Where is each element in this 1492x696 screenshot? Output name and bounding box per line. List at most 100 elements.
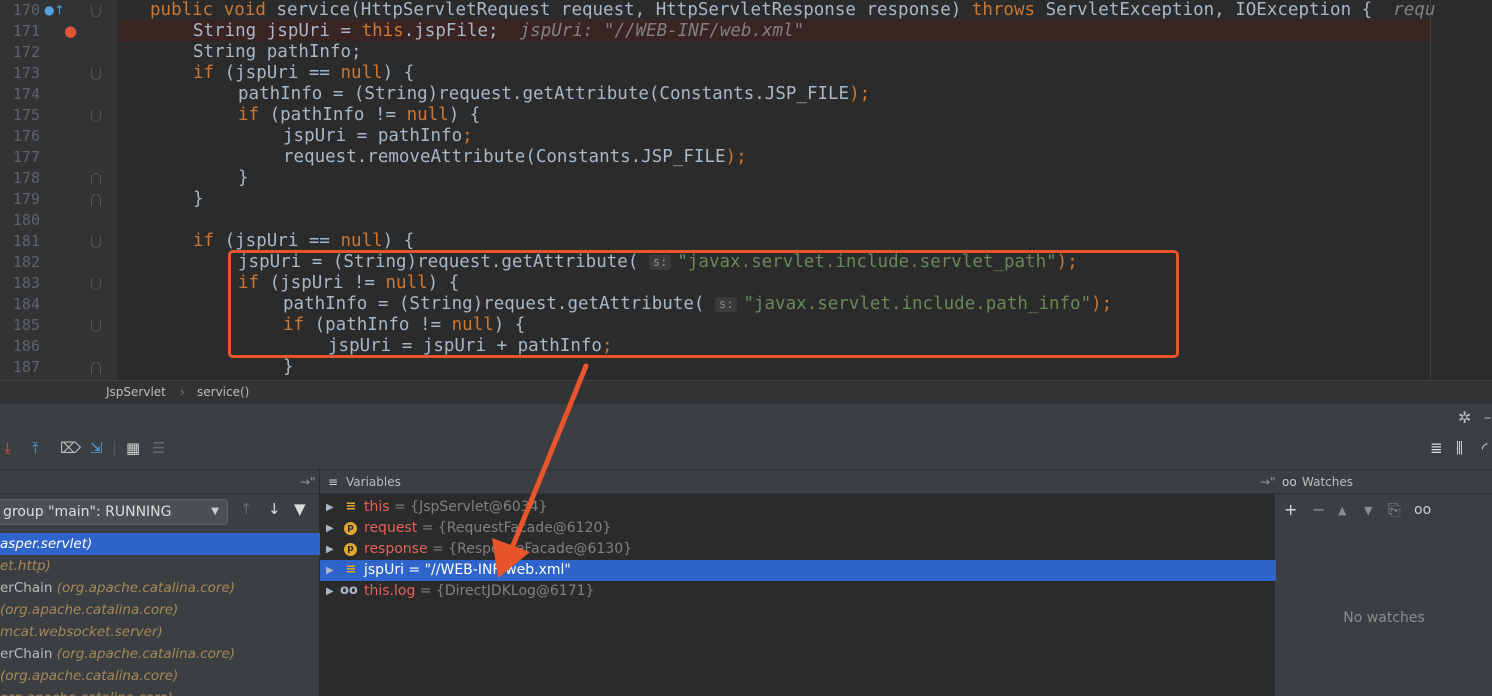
line-number: 180 — [12, 211, 40, 229]
code-token: public void — [150, 0, 277, 20]
variable-row[interactable]: ▶ ≡ this = {JspServlet@6034} — [320, 497, 1276, 518]
code-token: pathInfo = (String)request.getAttribute(… — [238, 84, 765, 104]
frame-location: (org.apache.catalina.core) — [0, 668, 179, 684]
code-line: String pathInfo; — [193, 42, 362, 63]
variable-row[interactable]: ▶ ≡ jspUri = "//WEB-INF/web.xml" — [320, 560, 1276, 581]
breakpoint-icon[interactable]: ● — [64, 21, 77, 42]
frame-location: et.http) — [0, 558, 51, 574]
stack-frame[interactable]: et.http) — [0, 555, 320, 577]
line-number: 178 — [12, 169, 40, 187]
code-token: ) { — [382, 63, 415, 83]
editor-gutter[interactable]: 170 ●↑ 171 ● 172 173 174 175 176 177 178 179 180 181 1… — [0, 0, 118, 380]
remove-watch-icon[interactable]: − — [1312, 500, 1325, 519]
minimize-icon[interactable]: – — [1484, 408, 1491, 428]
code-line: jspUri = pathInfo; — [283, 126, 473, 147]
frame-method: erChain — [0, 580, 57, 596]
copy-icon[interactable]: ⎘ — [1388, 500, 1401, 520]
stack-frame[interactable]: (org.apache.catalina.core) — [0, 665, 320, 687]
stack-frame[interactable]: erChain (org.apache.catalina.core) — [0, 577, 320, 599]
frame-location: org.apache.catalina.core) — [0, 690, 173, 696]
arrow-up-icon[interactable]: ↑ — [240, 500, 253, 518]
watch-glasses-icon: oo — [340, 583, 358, 598]
fold-marker-icon[interactable] — [91, 278, 101, 290]
glasses-icon[interactable]: oo — [1414, 502, 1431, 518]
variable-name: this.log = {DirectJDKLog@6171} — [364, 581, 594, 602]
step-out-icon[interactable]: ⤒ — [32, 438, 39, 458]
line-number: 179 — [12, 190, 40, 208]
code-token: (pathInfo != — [269, 105, 407, 125]
pin-icon[interactable]: →" — [300, 470, 316, 494]
restore-icon[interactable]: ◜ — [1482, 438, 1488, 458]
expand-arrow-icon[interactable]: ▶ — [326, 518, 334, 539]
thread-selector[interactable]: group "main": RUNNING ▼ — [0, 499, 228, 525]
expand-arrow-icon[interactable]: ▶ — [326, 560, 334, 581]
code-line: public void service(HttpServletRequest r… — [150, 0, 1435, 21]
fold-marker-icon[interactable] — [91, 236, 101, 248]
line-number: 172 — [12, 43, 40, 61]
expand-arrow-icon[interactable]: ▶ — [326, 497, 334, 518]
debugger-header: ✲ – — [0, 404, 1492, 430]
drop-frame-icon[interactable]: ⌦ — [60, 438, 81, 458]
evaluate-expression-icon[interactable]: ▦ — [126, 438, 140, 458]
code-editor[interactable]: 170 ●↑ 171 ● 172 173 174 175 176 177 178 179 180 181 1… — [0, 0, 1492, 380]
fold-marker-icon[interactable] — [91, 362, 101, 374]
move-down-icon[interactable]: ▼ — [1364, 504, 1372, 517]
code-token: JSP_FILE — [764, 84, 850, 104]
trace-icon[interactable]: ☰ — [152, 438, 165, 458]
variable-row[interactable]: ▶ p response = {ResponseFacade@6130} — [320, 539, 1276, 560]
stack-frame[interactable]: asper.servlet) — [0, 533, 320, 555]
no-watches-text: No watches — [1343, 610, 1425, 626]
code-token: throws — [971, 0, 1046, 20]
variable-row[interactable]: ▶ oo this.log = {DirectJDKLog@6171} — [320, 581, 1276, 602]
line-number: 185 — [12, 316, 40, 334]
code-token: null — [340, 231, 383, 251]
stack-frame[interactable]: (org.apache.catalina.core) — [0, 599, 320, 621]
breadcrumb-method[interactable]: service() — [197, 385, 249, 399]
gear-icon[interactable]: ✲ — [1458, 408, 1471, 428]
fold-marker-icon[interactable] — [91, 5, 101, 17]
add-watch-icon[interactable]: + — [1284, 500, 1297, 519]
stack-frame[interactable]: org.apache.catalina.core) — [0, 687, 320, 696]
list-view-icon[interactable]: ≣ — [1430, 438, 1443, 458]
fold-marker-icon[interactable] — [91, 110, 101, 122]
run-to-cursor-icon[interactable]: ⇲ — [90, 438, 103, 458]
code-line: if (jspUri == null) { — [193, 63, 414, 84]
stack-frame[interactable]: erChain (org.apache.catalina.core) — [0, 643, 320, 665]
variable-value: = {JspServlet@6034} — [389, 499, 548, 515]
override-method-icon[interactable]: ●↑ — [44, 0, 65, 21]
code-line: } — [193, 189, 204, 210]
parameter-icon: p — [344, 543, 357, 556]
line-number: 171 — [12, 22, 40, 40]
stack-frame[interactable]: mcat.websocket.server) — [0, 621, 320, 643]
variable-name: request = {RequestFacade@6120} — [364, 518, 611, 539]
code-token: request.removeAttribute(Constants. — [283, 147, 642, 167]
code-token: String jspUri = — [193, 21, 362, 41]
move-up-icon[interactable]: ▲ — [1338, 504, 1346, 517]
glasses-icon: oo — [1282, 475, 1297, 489]
code-token: this — [361, 21, 404, 41]
fold-marker-icon[interactable] — [91, 173, 101, 185]
code-line: pathInfo = (String)request.getAttribute(… — [238, 84, 870, 105]
layout-icon[interactable]: ⫼ — [1456, 438, 1463, 458]
step-into-icon[interactable]: ⤓ — [4, 438, 11, 458]
fold-marker-icon[interactable] — [91, 320, 101, 332]
filter-icon[interactable]: ▼ — [294, 500, 306, 518]
right-margin-guide — [1430, 0, 1431, 380]
parameter-icon: p — [344, 522, 357, 535]
variable-name: response = {ResponseFacade@6130} — [364, 539, 632, 560]
watches-header: →" oo Watches — [1260, 470, 1492, 494]
fold-marker-icon[interactable] — [91, 68, 101, 80]
variable-name: jspUri = "//WEB-INF/web.xml" — [364, 560, 571, 581]
code-line: } — [238, 168, 249, 189]
expand-arrow-icon[interactable]: ▶ — [326, 581, 334, 602]
variable-value: = {ResponseFacade@6130} — [427, 541, 633, 557]
expand-arrow-icon[interactable]: ▶ — [326, 539, 334, 560]
breadcrumb-class[interactable]: JspServlet — [106, 385, 166, 399]
arrow-down-icon[interactable]: ↓ — [268, 500, 281, 518]
pin-icon[interactable]: →" — [1260, 470, 1276, 494]
frames-pane: →" group "main": RUNNING ▼ ↑ ↓ ▼ asper.s… — [0, 470, 320, 696]
fold-marker-icon[interactable] — [91, 194, 101, 206]
code-token: requ — [1393, 0, 1436, 20]
variable-row[interactable]: ▶ p request = {RequestFacade@6120} — [320, 518, 1276, 539]
variables-header: ≡ Variables — [320, 470, 1275, 494]
